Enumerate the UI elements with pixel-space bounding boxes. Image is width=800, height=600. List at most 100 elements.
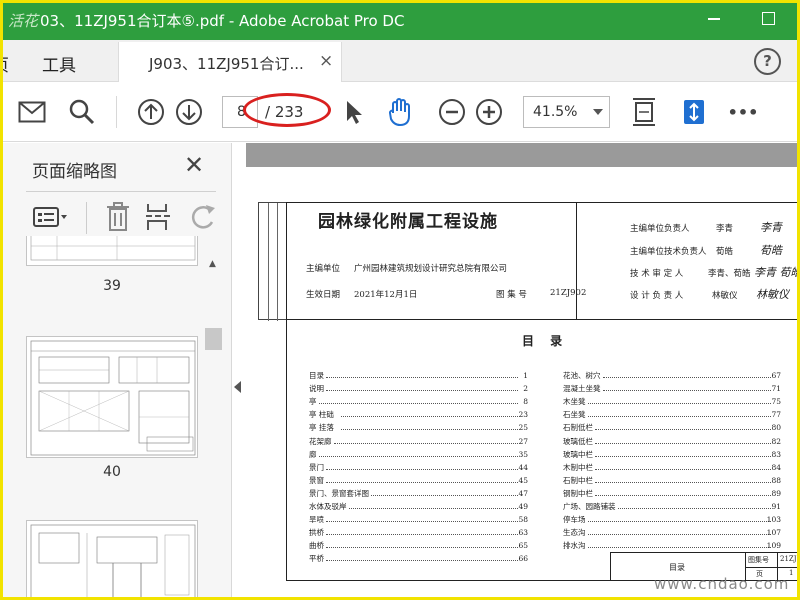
toc-entry: 廊 35 xyxy=(309,448,528,461)
options-menu-icon[interactable] xyxy=(32,204,70,234)
toc-entry-page: 77 xyxy=(771,410,781,420)
search-icon[interactable] xyxy=(66,96,98,128)
toc-entry: 玻璃低栏 82 xyxy=(563,435,781,448)
help-icon[interactable]: ? xyxy=(754,48,781,75)
toc-leader xyxy=(595,494,771,496)
thumbnail-page-40[interactable] xyxy=(26,336,198,458)
toc-entry-page: 83 xyxy=(771,449,781,459)
scrollbar-thumb[interactable] xyxy=(205,328,222,350)
rotate-icon[interactable] xyxy=(188,202,218,236)
toc-leader xyxy=(587,416,771,418)
toc-entry-page: 1 xyxy=(523,371,528,380)
thumbnail-label: 39 xyxy=(103,278,121,294)
zoom-in-icon[interactable] xyxy=(473,96,505,128)
toc-entry-page: 71 xyxy=(771,384,781,394)
menu-tools[interactable]: 工具 xyxy=(42,51,76,76)
toc-entry-title: 混凝土坐凳 xyxy=(563,384,601,394)
maximize-button[interactable] xyxy=(762,12,775,25)
toc-entry-title: 水体及驳岸 xyxy=(309,502,347,511)
role-label: 技 术 审 定 人 xyxy=(630,269,684,279)
minimize-button[interactable] xyxy=(708,18,720,20)
menu-home[interactable]: 页 xyxy=(0,51,9,76)
hand-tool-icon[interactable] xyxy=(385,96,417,128)
toc-leader xyxy=(602,390,771,392)
previous-page-icon[interactable] xyxy=(135,96,167,128)
more-options-icon[interactable]: ••• xyxy=(727,96,759,128)
signature: 荀皓 xyxy=(760,244,782,257)
toc-entry: 木坐凳 75 xyxy=(563,395,781,408)
toc-leader xyxy=(595,455,771,457)
toc-entry-page: 2 xyxy=(523,384,528,394)
toc-entry: 目录 1 xyxy=(309,369,528,382)
zoom-value: 41.5% xyxy=(533,104,578,120)
toc-entry: 景门 44 xyxy=(309,461,528,474)
date-label: 生效日期 xyxy=(306,290,341,300)
tab-close-icon[interactable]: × xyxy=(319,51,333,71)
toc-leader xyxy=(341,429,518,431)
toc-entry: 水体及驳岸 49 xyxy=(309,500,528,513)
toc-leader xyxy=(587,547,771,549)
toc-leader xyxy=(326,390,518,392)
toc-entry-title: 石制低栏 xyxy=(563,423,593,433)
toc-leader xyxy=(348,508,518,509)
zoom-select[interactable]: 41.5% xyxy=(523,96,610,128)
panel-title: 页面缩略图 xyxy=(32,162,117,182)
toc-entry-title: 亭 挂落 xyxy=(309,423,334,433)
thumbnail-page-39[interactable] xyxy=(26,236,198,266)
editor-label: 主编单位 xyxy=(306,264,341,274)
toc-entry: 平桥 66 xyxy=(309,552,528,565)
fit-page-icon[interactable] xyxy=(628,96,660,128)
document-view[interactable]: 园林绿化附属工程设施 主编单位 广州园林建筑规划设计研究总院有限公司 生效日期 … xyxy=(246,143,800,600)
extract-pages-icon[interactable] xyxy=(144,202,172,236)
toc-entry: 曲桥 65 xyxy=(309,539,528,552)
toc-entry: 花架廊 27 xyxy=(309,435,528,448)
panel-close-icon[interactable]: ✕ xyxy=(184,151,204,179)
panel-tools xyxy=(26,200,226,236)
next-page-icon[interactable] xyxy=(173,96,205,128)
title-block-atlas-value: 21ZJ9 xyxy=(780,555,800,563)
toc-leader xyxy=(595,429,771,431)
toc-entry: 石制低栏 80 xyxy=(563,421,781,434)
collapse-panel-icon[interactable] xyxy=(234,381,241,393)
toc-entry: 钢制中栏 89 xyxy=(563,487,781,500)
toc-leader xyxy=(326,560,518,562)
document-title: 园林绿化附属工程设施 xyxy=(318,212,498,232)
role-name: 李青、荀皓 xyxy=(708,269,751,279)
signature: 李青 荀皓 xyxy=(754,266,800,279)
signature: 李青 xyxy=(760,221,782,234)
thumbnail-page-41[interactable] xyxy=(26,520,198,600)
toc-leader xyxy=(341,416,518,418)
toc-entry: 亭 挂落 25 xyxy=(309,421,528,434)
zoom-out-icon[interactable] xyxy=(436,96,468,128)
toc-entry-title: 停车场 xyxy=(563,515,586,525)
toc-leader xyxy=(602,377,771,378)
thumbnail-label: 40 xyxy=(103,464,121,480)
trash-icon[interactable] xyxy=(106,202,130,236)
rotate-view-icon[interactable] xyxy=(678,96,710,128)
toc-leader xyxy=(587,403,771,405)
toc-leader xyxy=(326,547,518,549)
toc-entry-page: 44 xyxy=(518,462,528,472)
toc-leader xyxy=(326,481,518,483)
window-title: 活花 03、11ZJ951合订本⑤.pdf - Adobe Acrobat Pro… xyxy=(8,12,405,30)
toc-entry: 混凝土坐凳 71 xyxy=(563,382,781,395)
page-content: 园林绿化附属工程设施 主编单位 广州园林建筑规划设计研究总院有限公司 生效日期 … xyxy=(246,167,800,600)
select-cursor-icon[interactable] xyxy=(338,96,370,128)
toc-title: 目 录 xyxy=(522,334,569,348)
toc-entry: 亭8 xyxy=(309,395,528,408)
toc-entry: 木制中栏 84 xyxy=(563,461,781,474)
scroll-up-icon[interactable]: ▲ xyxy=(209,259,216,269)
document-tab[interactable]: J903、11ZJ951合订... × xyxy=(118,42,342,83)
toc-entry-title: 说明 xyxy=(309,384,324,394)
toc-entry-title: 景门 xyxy=(309,462,324,472)
toc-entry-page: 89 xyxy=(771,488,781,498)
title-block-page-value: 1 xyxy=(789,569,794,577)
toc-leader xyxy=(318,403,518,405)
toc-leader xyxy=(326,468,518,470)
mail-icon[interactable] xyxy=(16,96,48,128)
page-count-highlight xyxy=(243,93,331,127)
toc-entry: 石坐凳 77 xyxy=(563,408,781,421)
toc-entry-page: 91 xyxy=(771,502,781,511)
panel-scrollbar[interactable]: ▲ xyxy=(205,255,222,600)
pdf-page: 园林绿化附属工程设施 主编单位 广州园林建筑规划设计研究总院有限公司 生效日期 … xyxy=(246,167,800,600)
